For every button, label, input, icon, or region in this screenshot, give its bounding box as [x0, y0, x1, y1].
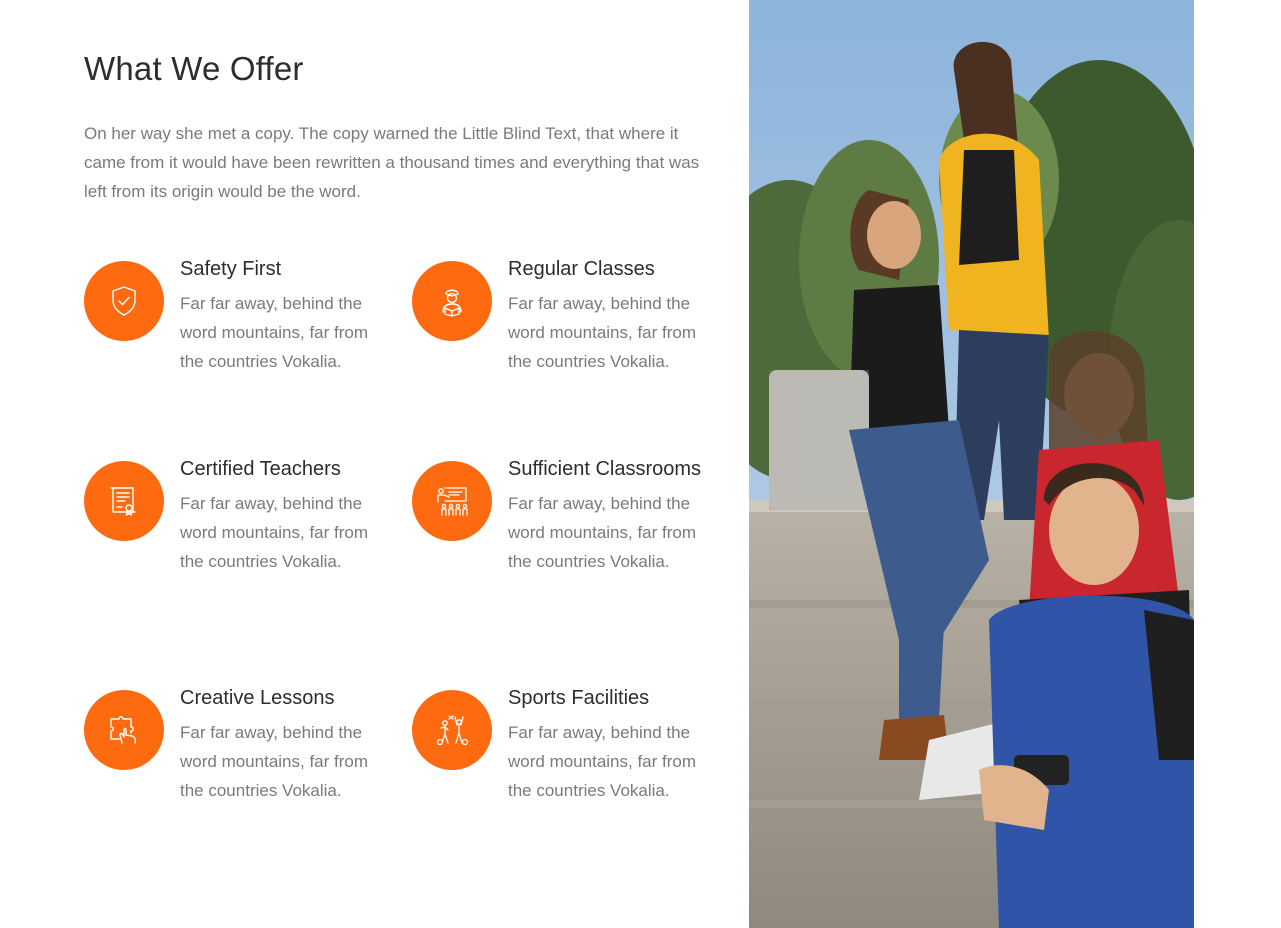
- feature-title: Creative Lessons: [180, 687, 335, 709]
- section-intro: On her way she met a copy. The copy warn…: [84, 124, 700, 201]
- students-sitting-on-steps-photo: [749, 0, 1194, 928]
- feature-title: Certified Teachers: [180, 458, 341, 480]
- feature-icon-circle: [412, 461, 492, 541]
- section-title: What We Offer: [84, 50, 304, 87]
- feature-title: Regular Classes: [508, 258, 655, 280]
- feature-title: Sports Facilities: [508, 687, 650, 709]
- sports-icon: [436, 715, 469, 746]
- classroom-icon: [437, 487, 468, 516]
- feature-description: Far far away, behind the word mountains,…: [180, 494, 369, 571]
- feature-icon-circle: [84, 261, 164, 341]
- certificate-icon: [110, 487, 136, 516]
- feature-icon-circle: [412, 690, 492, 770]
- puzzle-hand-icon: [110, 716, 137, 744]
- feature-icon-circle: [412, 261, 492, 341]
- feature-title: Sufficient Classrooms: [508, 458, 702, 480]
- student-reading-icon: [442, 289, 462, 317]
- feature-icon-circle: [84, 690, 164, 770]
- feature-description: Far far away, behind the word mountains,…: [508, 723, 697, 800]
- shield-check-icon: [112, 286, 136, 316]
- feature-description: Far far away, behind the word mountains,…: [180, 723, 369, 800]
- feature-description: Far far away, behind the word mountains,…: [508, 494, 697, 571]
- feature-icon-circle: [84, 461, 164, 541]
- feature-description: Far far away, behind the word mountains,…: [508, 294, 697, 371]
- feature-title: Safety First: [180, 258, 282, 280]
- students-photo: [749, 0, 1194, 928]
- feature-description: Far far away, behind the word mountains,…: [180, 294, 369, 371]
